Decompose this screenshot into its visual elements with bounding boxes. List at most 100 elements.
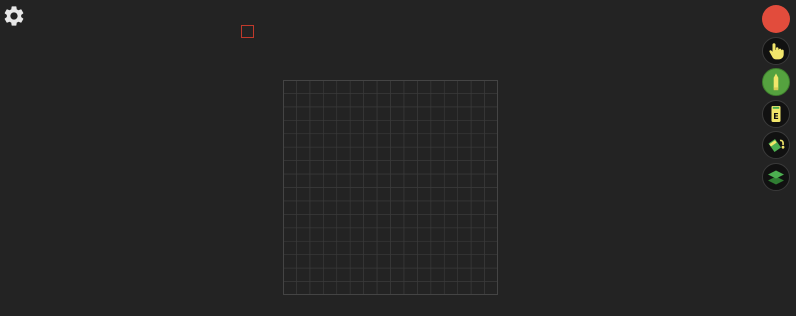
grid-cell[interactable] bbox=[283, 120, 297, 135]
grid-cell[interactable] bbox=[443, 240, 458, 255]
grid-cell[interactable] bbox=[484, 133, 498, 148]
grid-cell[interactable] bbox=[363, 120, 378, 135]
grid-cell[interactable] bbox=[309, 173, 324, 188]
grid-cell[interactable] bbox=[484, 106, 498, 121]
grid-cell[interactable] bbox=[417, 93, 432, 108]
grid-cell[interactable] bbox=[283, 281, 297, 295]
grid-cell[interactable] bbox=[283, 214, 297, 229]
grid-cell[interactable] bbox=[430, 267, 445, 282]
grid-cell[interactable] bbox=[390, 80, 405, 94]
grid-cell[interactable] bbox=[336, 281, 351, 295]
grid-cell[interactable] bbox=[336, 187, 351, 202]
grid-cell[interactable] bbox=[417, 133, 432, 148]
grid-cell[interactable] bbox=[390, 200, 405, 215]
grid-cell[interactable] bbox=[323, 80, 338, 94]
grid-cell[interactable] bbox=[430, 214, 445, 229]
grid-cell[interactable] bbox=[283, 80, 297, 94]
grid-cell[interactable] bbox=[390, 187, 405, 202]
grid-cell[interactable] bbox=[349, 281, 364, 295]
grid-cell[interactable] bbox=[484, 254, 498, 269]
grid-cell[interactable] bbox=[417, 200, 432, 215]
grid-cell[interactable] bbox=[336, 200, 351, 215]
grid-cell[interactable] bbox=[349, 133, 364, 148]
grid-cell[interactable] bbox=[323, 146, 338, 161]
grid-cell[interactable] bbox=[457, 187, 472, 202]
grid-cell[interactable] bbox=[457, 173, 472, 188]
grid-cell[interactable] bbox=[417, 160, 432, 175]
grid-cell[interactable] bbox=[417, 240, 432, 255]
grid-cell[interactable] bbox=[323, 200, 338, 215]
grid-cell[interactable] bbox=[430, 106, 445, 121]
grid-cell[interactable] bbox=[403, 80, 418, 94]
grid-cell[interactable] bbox=[363, 227, 378, 242]
grid-cell[interactable] bbox=[484, 80, 498, 94]
grid-cell[interactable] bbox=[296, 146, 311, 161]
grid-cell[interactable] bbox=[323, 133, 338, 148]
grid-cell[interactable] bbox=[349, 93, 364, 108]
grid-cell[interactable] bbox=[309, 106, 324, 121]
grid-cell[interactable] bbox=[363, 187, 378, 202]
grid-cell[interactable] bbox=[349, 187, 364, 202]
grid-cell[interactable] bbox=[349, 200, 364, 215]
layers-tool-button[interactable] bbox=[762, 162, 790, 191]
grid-cell[interactable] bbox=[430, 240, 445, 255]
grid-cell[interactable] bbox=[336, 173, 351, 188]
grid-cell[interactable] bbox=[403, 200, 418, 215]
grid-cell[interactable] bbox=[443, 214, 458, 229]
grid-cell[interactable] bbox=[484, 214, 498, 229]
grid-cell[interactable] bbox=[363, 173, 378, 188]
grid-cell[interactable] bbox=[470, 106, 485, 121]
grid-cell[interactable] bbox=[403, 133, 418, 148]
grid-cell[interactable] bbox=[336, 80, 351, 94]
grid-cell[interactable] bbox=[349, 240, 364, 255]
grid-cell[interactable] bbox=[457, 227, 472, 242]
grid-cell[interactable] bbox=[403, 214, 418, 229]
grid-cell[interactable] bbox=[336, 120, 351, 135]
grid-cell[interactable] bbox=[403, 106, 418, 121]
grid-cell[interactable] bbox=[309, 254, 324, 269]
grid-cell[interactable] bbox=[283, 93, 297, 108]
grid-cell[interactable] bbox=[309, 160, 324, 175]
grid-cell[interactable] bbox=[403, 267, 418, 282]
grid-cell[interactable] bbox=[296, 80, 311, 94]
grid-cell[interactable] bbox=[430, 281, 445, 295]
grid-cell[interactable] bbox=[470, 240, 485, 255]
grid-cell[interactable] bbox=[443, 146, 458, 161]
grid-cell[interactable] bbox=[417, 146, 432, 161]
grid-cell[interactable] bbox=[417, 254, 432, 269]
grid-cell[interactable] bbox=[349, 173, 364, 188]
grid-cell[interactable] bbox=[309, 80, 324, 94]
grid-cell[interactable] bbox=[390, 93, 405, 108]
grid-cell[interactable] bbox=[363, 240, 378, 255]
grid-cell[interactable] bbox=[296, 120, 311, 135]
current-color-swatch[interactable] bbox=[762, 5, 790, 33]
pixel-grid[interactable] bbox=[283, 80, 498, 295]
grid-cell[interactable] bbox=[443, 227, 458, 242]
grid-cell[interactable] bbox=[363, 267, 378, 282]
grid-cell[interactable] bbox=[457, 214, 472, 229]
grid-cell[interactable] bbox=[376, 281, 391, 295]
grid-cell[interactable] bbox=[443, 200, 458, 215]
grid-cell[interactable] bbox=[283, 187, 297, 202]
grid-cell[interactable] bbox=[457, 106, 472, 121]
grid-cell[interactable] bbox=[484, 227, 498, 242]
grid-cell[interactable] bbox=[376, 227, 391, 242]
grid-cell[interactable] bbox=[457, 120, 472, 135]
grid-cell[interactable] bbox=[363, 93, 378, 108]
grid-cell[interactable] bbox=[403, 227, 418, 242]
grid-cell[interactable] bbox=[376, 146, 391, 161]
grid-cell[interactable] bbox=[323, 240, 338, 255]
grid-cell[interactable] bbox=[296, 214, 311, 229]
grid-cell[interactable] bbox=[417, 106, 432, 121]
grid-cell[interactable] bbox=[376, 187, 391, 202]
grid-cell[interactable] bbox=[443, 173, 458, 188]
grid-cell[interactable] bbox=[363, 160, 378, 175]
grid-cell[interactable] bbox=[430, 80, 445, 94]
grid-cell[interactable] bbox=[484, 187, 498, 202]
grid-cell[interactable] bbox=[443, 254, 458, 269]
grid-cell[interactable] bbox=[457, 200, 472, 215]
grid-cell[interactable] bbox=[309, 146, 324, 161]
grid-cell[interactable] bbox=[457, 93, 472, 108]
grid-cell[interactable] bbox=[470, 173, 485, 188]
grid-cell[interactable] bbox=[336, 106, 351, 121]
